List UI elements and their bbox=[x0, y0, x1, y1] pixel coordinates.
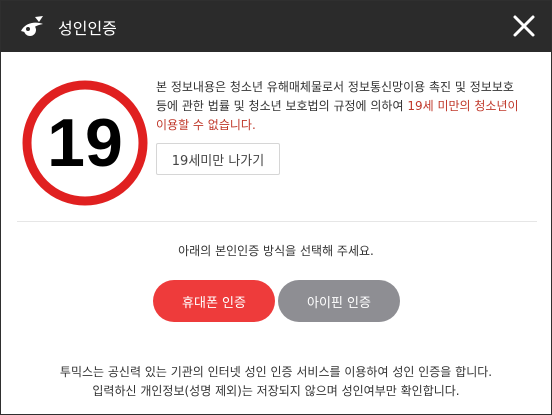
under-19-exit-button[interactable]: 19세미만 나가기 bbox=[156, 143, 280, 175]
verification-instruction: 아래의 본인인증 방식을 선택해 주세요. bbox=[178, 244, 374, 258]
footer-line-2: 입력하신 개인정보(성명 제외)는 저장되지 않으며 성인여부만 확인합니다. bbox=[92, 384, 460, 398]
adult-verification-dialog: 성인인증 19 본 정보내용은 청소년 유해매체물로서 정보통신망이용 촉진 및… bbox=[0, 0, 552, 415]
divider bbox=[17, 221, 537, 222]
dialog-title: 성인인증 bbox=[58, 19, 117, 38]
ipin-verification-button[interactable]: 아이핀 인증 bbox=[278, 280, 400, 322]
close-icon[interactable] bbox=[509, 11, 539, 41]
phone-verification-button[interactable]: 휴대폰 인증 bbox=[153, 280, 275, 322]
age-restriction-notice: 본 정보내용은 청소년 유해매체물로서 정보통신망이용 촉진 및 정보보호 등에… bbox=[156, 78, 526, 135]
dialog-header: 성인인증 bbox=[1, 1, 551, 52]
footer-line-1: 투믹스는 공신력 있는 기관의 인터넷 성인 인증 서비스를 이용하여 성인 인… bbox=[59, 365, 493, 379]
age-19-badge-icon: 19 bbox=[22, 80, 148, 206]
badge-number: 19 bbox=[47, 105, 123, 181]
toptoon-logo-icon bbox=[21, 16, 43, 36]
footer-notice: 투믹스는 공신력 있는 기관의 인터넷 성인 인증 서비스를 이용하여 성인 인… bbox=[1, 363, 551, 401]
